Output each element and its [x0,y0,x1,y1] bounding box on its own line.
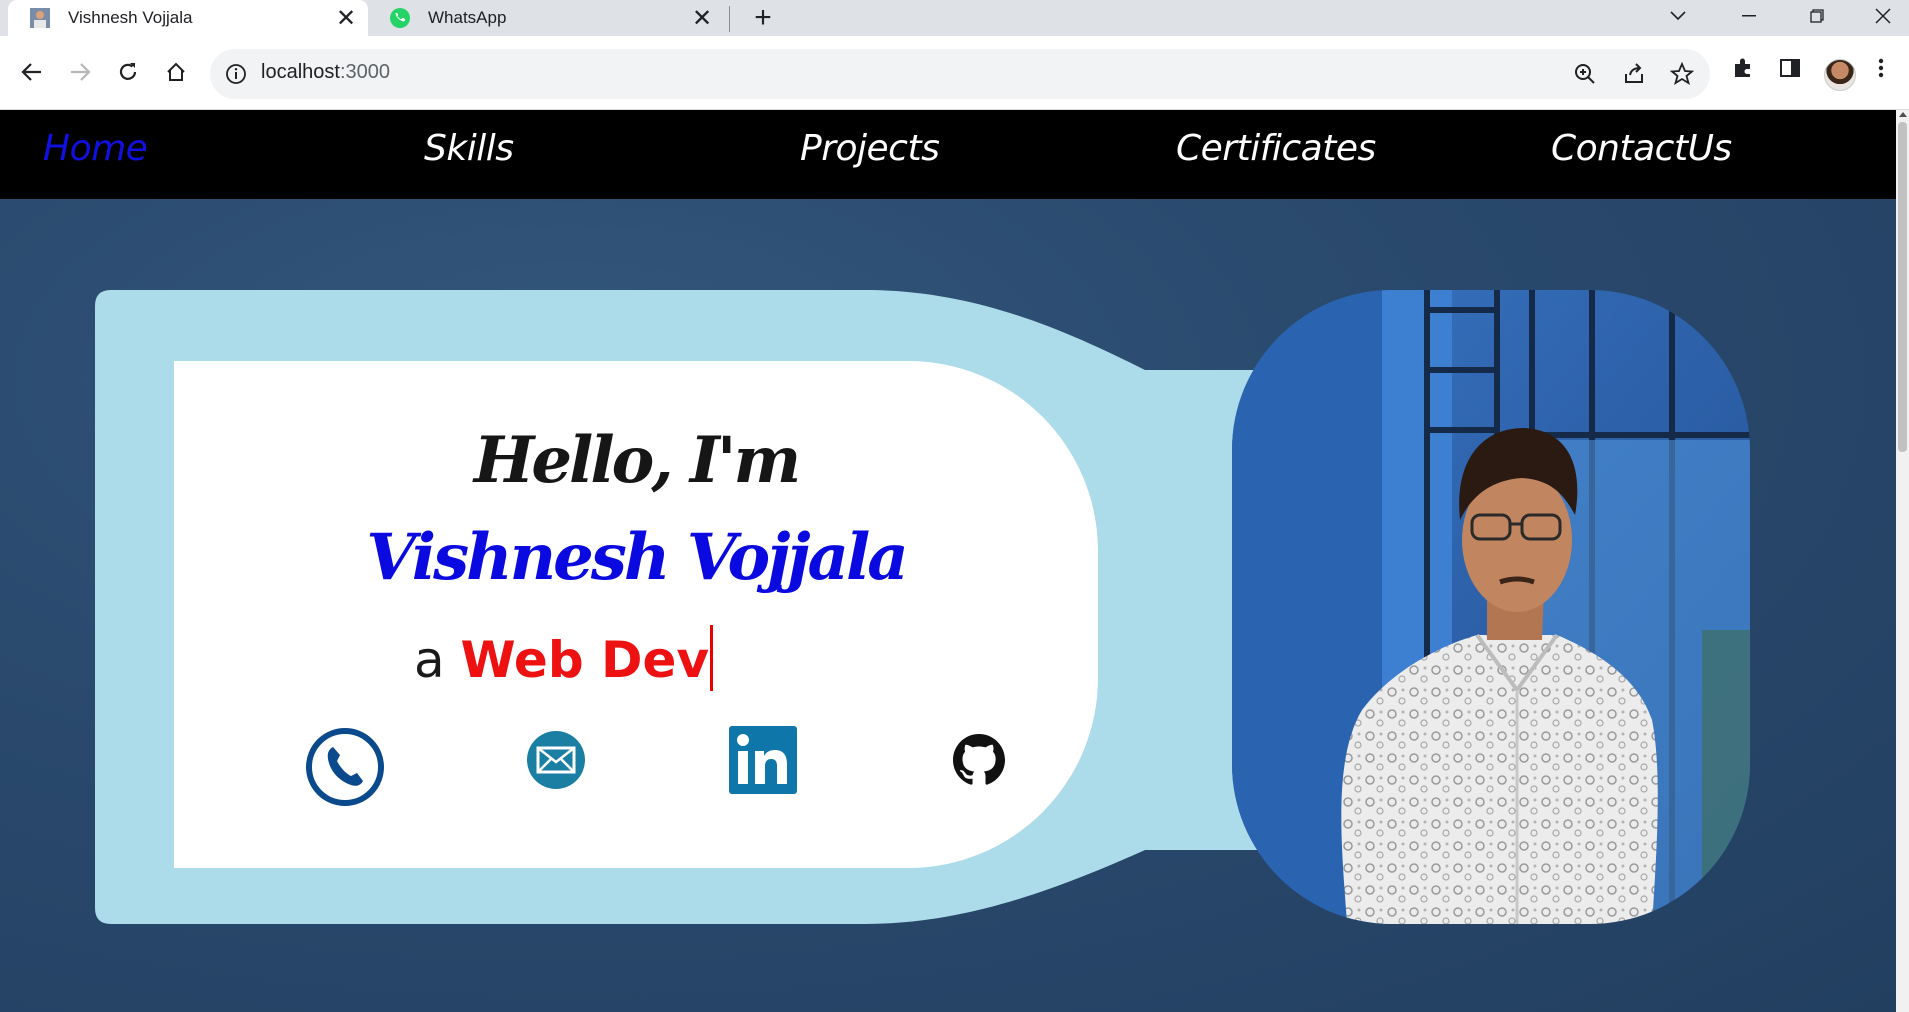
zoom-icon[interactable] [1573,62,1597,86]
menu-kebab-icon[interactable] [1876,56,1886,80]
bookmark-star-icon[interactable] [1670,62,1694,86]
nav-skills[interactable]: Skills [424,128,514,169]
url-text: localhost:3000 [261,61,390,84]
address-bar[interactable]: localhost:3000 [210,49,1710,99]
tab-separator [729,6,730,32]
tab-search-icon[interactable] [1660,0,1696,32]
back-icon[interactable] [14,54,50,90]
minimize-icon[interactable] [1726,0,1772,32]
close-window-icon[interactable] [1860,0,1906,32]
linkedin-icon[interactable] [729,726,797,794]
share-icon[interactable] [1622,62,1646,86]
name-heading: Vishnesh Vojjala [366,520,909,595]
profile-avatar[interactable] [1824,59,1856,91]
home-icon[interactable] [158,54,194,90]
tab-vishnesh-vojjala[interactable]: Vishnesh Vojjala ✕ [8,0,368,36]
site-favicon-icon [30,8,50,28]
tab-title: WhatsApp [428,8,507,27]
greeting-heading: Hello, I'm [473,423,801,498]
side-panel-icon[interactable] [1778,56,1802,80]
site-navbar: Home Skills Projects Certificates Contac… [0,110,1896,199]
typing-cursor [710,625,714,691]
scrollbar-thumb[interactable] [1898,122,1907,452]
mail-icon[interactable] [526,730,586,790]
whatsapp-icon [390,8,410,28]
extensions-icon[interactable] [1731,56,1755,80]
phone-icon[interactable] [305,727,385,807]
nav-contactus[interactable]: ContactUs [1551,128,1732,169]
close-tab-icon[interactable]: ✕ [332,4,360,33]
new-tab-button[interactable]: + [748,3,778,33]
browser-toolbar: localhost:3000 [0,36,1909,110]
close-tab-icon[interactable]: ✕ [688,4,716,33]
tab-title: Vishnesh Vojjala [68,8,193,27]
typing-prefix: a [414,631,461,689]
profile-photo [1232,290,1750,924]
url-port: :3000 [339,61,390,83]
tab-whatsapp[interactable]: WhatsApp ✕ [372,0,724,36]
nav-home[interactable]: Home [43,128,148,169]
page-viewport: Home Skills Projects Certificates Contac… [0,110,1896,1012]
nav-certificates[interactable]: Certificates [1176,128,1376,169]
url-host: localhost [261,61,340,83]
reload-icon[interactable] [110,54,146,90]
typing-text: a Web Dev [414,625,714,691]
forward-icon[interactable] [62,54,98,90]
browser-tab-strip: Vishnesh Vojjala ✕ WhatsApp ✕ + [0,0,1909,36]
restore-icon[interactable] [1794,0,1840,32]
nav-projects[interactable]: Projects [800,128,940,169]
github-icon[interactable] [953,734,1005,786]
site-info-icon[interactable] [224,62,248,86]
typing-role: Web Dev [460,631,710,689]
scroll-up-icon[interactable] [1899,112,1907,117]
page-scrollbar[interactable] [1896,110,1909,1012]
